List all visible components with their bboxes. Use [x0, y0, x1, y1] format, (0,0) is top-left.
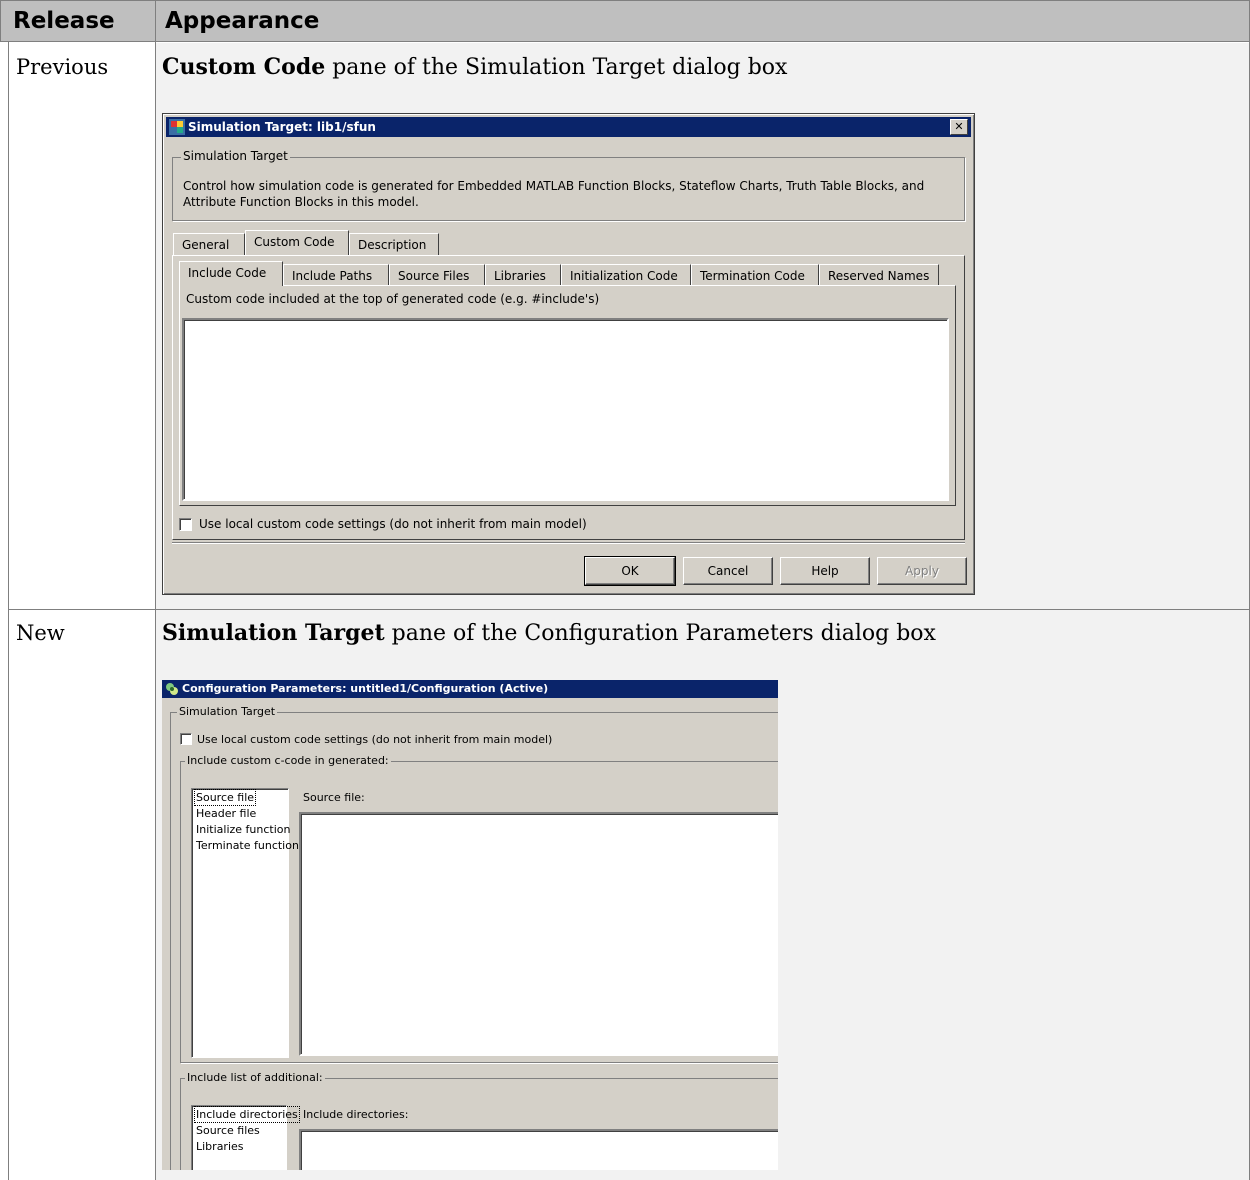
list-item-source-files[interactable]: Source files [195, 1123, 261, 1138]
list-item-include-directories[interactable]: Include directories [194, 1106, 300, 1123]
simulation-target-group: Simulation Target Control how simulation… [172, 149, 965, 221]
caption-previous-rest: pane of the Simulation Target dialog box [325, 55, 788, 80]
custom-code-list[interactable]: Source file Header file Initialize funct… [191, 788, 299, 1058]
table-header-row: Release Appearance [0, 0, 1250, 42]
close-icon: ✕ [954, 120, 964, 133]
row-divider [8, 609, 1250, 610]
config-app-icon [166, 683, 178, 695]
config-local-settings-checkbox[interactable] [180, 733, 192, 745]
subtab-include-code[interactable]: Include Code [179, 261, 283, 286]
configuration-parameters-dialog: Configuration Parameters: untitled1/Conf… [162, 680, 778, 1170]
caption-new-bold: Simulation Target [162, 620, 385, 646]
additional-list[interactable]: Include directories Source files Librari… [191, 1105, 300, 1170]
include-directories-textarea[interactable] [299, 1129, 778, 1170]
dialog-titlebar: Simulation Target: lib1/sfun ✕ [166, 117, 971, 137]
textarea-label: Custom code included at the top of gener… [186, 292, 600, 306]
simulink-app-icon [169, 119, 185, 135]
help-button[interactable]: Help [780, 557, 870, 585]
panel-bottom-edge [172, 542, 965, 543]
config-title: Configuration Parameters: untitled1/Conf… [182, 682, 549, 695]
table-left-border [8, 42, 9, 1180]
caption-new-rest: pane of the Configuration Parameters dia… [384, 621, 936, 646]
subtab-termination-code[interactable]: Termination Code [691, 264, 819, 286]
subtab-source-files[interactable]: Source Files [389, 264, 485, 286]
tab-custom-code[interactable]: Custom Code [245, 230, 349, 255]
local-settings-label: Use local custom code settings (do not i… [199, 517, 587, 531]
include-directories-label: Include directories: [303, 1108, 409, 1121]
header-appearance: Appearance [165, 8, 320, 34]
close-button[interactable]: ✕ [950, 119, 968, 135]
header-release: Release [13, 8, 115, 34]
column-divider [155, 0, 156, 1180]
sub-tab-strip: Include Code Include Paths Source Files … [179, 261, 959, 287]
list-item-terminate-function[interactable]: Terminate function [195, 838, 300, 853]
cancel-button[interactable]: Cancel [683, 557, 773, 585]
custom-code-group-title: Include custom c-code in generated: [185, 754, 391, 767]
list-item-libraries[interactable]: Libraries [195, 1139, 245, 1154]
source-file-textarea[interactable] [299, 812, 778, 1056]
source-file-label: Source file: [303, 791, 365, 804]
config-simulation-target-group: Simulation Target Use local custom code … [170, 705, 778, 1170]
custom-code-tab-panel: Include Code Include Paths Source Files … [172, 255, 965, 540]
config-group-title: Simulation Target [177, 705, 278, 718]
description-text: Control how simulation code is generated… [183, 179, 925, 209]
subtab-include-paths[interactable]: Include Paths [283, 264, 389, 286]
list-item-source-file[interactable]: Source file [193, 789, 257, 806]
caption-previous-bold: Custom Code [162, 54, 326, 80]
subtab-libraries[interactable]: Libraries [485, 264, 561, 286]
config-local-settings-label: Use local custom code settings (do not i… [197, 733, 553, 746]
subtab-reserved-names[interactable]: Reserved Names [819, 264, 939, 286]
additional-group-title: Include list of additional: [185, 1071, 325, 1084]
simulation-target-dialog: Simulation Target: lib1/sfun ✕ Simulatio… [162, 113, 975, 595]
list-item-initialize-function[interactable]: Initialize function [195, 822, 291, 837]
ok-button[interactable]: OK [584, 556, 676, 586]
release-previous: Previous [16, 55, 109, 79]
subtab-initialization-code[interactable]: Initialization Code [561, 264, 691, 286]
apply-button[interactable]: Apply [877, 557, 967, 585]
include-additional-group: Include list of additional: Include dire… [180, 1071, 778, 1170]
config-titlebar: Configuration Parameters: untitled1/Conf… [162, 680, 778, 698]
tab-general[interactable]: General [173, 233, 245, 255]
include-code-panel: Custom code included at the top of gener… [179, 285, 956, 506]
group-title: Simulation Target [181, 149, 290, 163]
caption-new: Simulation Target pane of the Configurat… [162, 620, 936, 646]
caption-previous: Custom Code pane of the Simulation Targe… [162, 54, 787, 80]
custom-code-textarea[interactable] [182, 318, 949, 501]
dialog-title: Simulation Target: lib1/sfun [188, 120, 376, 134]
include-custom-code-group: Include custom c-code in generated: Sour… [180, 754, 778, 1063]
tab-description[interactable]: Description [349, 233, 439, 255]
local-settings-checkbox[interactable] [179, 518, 192, 531]
list-item-header-file[interactable]: Header file [195, 806, 257, 821]
release-new: New [16, 621, 65, 645]
